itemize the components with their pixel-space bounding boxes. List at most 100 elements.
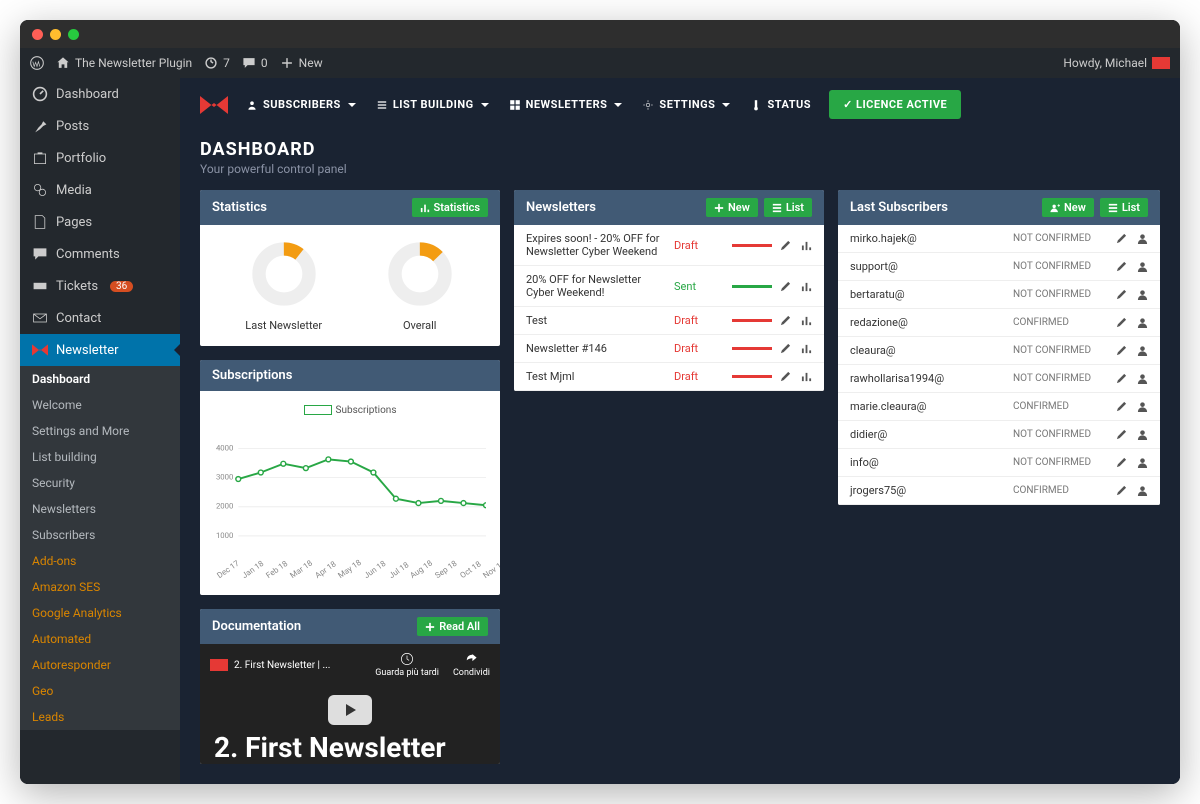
nav-newsletters[interactable]: NEWSLETTERS — [509, 98, 625, 111]
nav-status[interactable]: STATUS — [750, 98, 811, 111]
subscriber-status: NOT CONFIRMED — [1013, 345, 1108, 356]
updates-count[interactable]: 7 — [204, 56, 230, 70]
sub-dashboard[interactable]: Dashboard — [20, 366, 180, 392]
sub-automated[interactable]: Automated — [20, 626, 180, 652]
wp-logo[interactable] — [30, 56, 44, 70]
user-icon[interactable] — [1137, 485, 1148, 496]
nav-subscribers[interactable]: SUBSCRIBERS — [246, 98, 358, 111]
ticket-icon — [32, 278, 48, 294]
sub-geo[interactable]: Geo — [20, 678, 180, 704]
subscriber-row: mirko.hajek@ NOT CONFIRMED — [838, 225, 1160, 253]
play-button[interactable] — [328, 695, 372, 725]
readall-button[interactable]: Read All — [417, 617, 488, 636]
user-icon[interactable] — [1137, 261, 1148, 272]
panel-title: Last Subscribers — [850, 200, 948, 215]
subscriptions-panel: Subscriptions Subscriptions 4000 3000 20… — [200, 360, 500, 595]
sidebar-item-pages[interactable]: Pages — [20, 206, 180, 238]
stats-icon[interactable] — [801, 281, 812, 292]
user-icon[interactable] — [1137, 345, 1148, 356]
sub-autoresponder[interactable]: Autoresponder — [20, 652, 180, 678]
edit-icon[interactable] — [780, 371, 791, 382]
newsletter-row: Test Mjml Draft — [514, 363, 824, 391]
user-icon[interactable] — [1137, 457, 1148, 468]
wp-sidebar: Dashboard Posts Portfolio Media Pages Co… — [20, 78, 180, 784]
sidebar-item-posts[interactable]: Posts — [20, 110, 180, 142]
sidebar-item-contact[interactable]: Contact — [20, 302, 180, 334]
subscriber-status: CONFIRMED — [1013, 317, 1108, 328]
svg-text:2000: 2000 — [216, 502, 233, 511]
edit-icon[interactable] — [1116, 485, 1127, 496]
user-icon[interactable] — [1137, 373, 1148, 384]
edit-icon[interactable] — [780, 343, 791, 354]
sidebar-item-media[interactable]: Media — [20, 174, 180, 206]
sub-settings[interactable]: Settings and More — [20, 418, 180, 444]
minimize-dot[interactable] — [50, 29, 61, 40]
stats-icon[interactable] — [801, 315, 812, 326]
edit-icon[interactable] — [1116, 261, 1127, 272]
user-icon[interactable] — [1137, 289, 1148, 300]
edit-icon[interactable] — [1116, 289, 1127, 300]
panel-title: Statistics — [212, 200, 267, 215]
stats-icon[interactable] — [801, 343, 812, 354]
edit-icon[interactable] — [780, 315, 791, 326]
edit-icon[interactable] — [1116, 317, 1127, 328]
edit-icon[interactable] — [780, 240, 791, 251]
edit-icon[interactable] — [780, 281, 791, 292]
sub-leads[interactable]: Leads — [20, 704, 180, 730]
list-newsletters-button[interactable]: List — [764, 198, 812, 217]
sub-ga[interactable]: Google Analytics — [20, 600, 180, 626]
sub-welcome[interactable]: Welcome — [20, 392, 180, 418]
edit-icon[interactable] — [1116, 345, 1127, 356]
user-icon[interactable] — [1137, 233, 1148, 244]
subscriptions-chart: 4000 3000 2000 1000 — [214, 422, 486, 572]
svg-text:3000: 3000 — [216, 473, 233, 482]
edit-icon[interactable] — [1116, 401, 1127, 412]
nav-listbuilding[interactable]: LIST BUILDING — [376, 98, 491, 111]
stats-icon[interactable] — [801, 371, 812, 382]
sub-newsletters[interactable]: Newsletters — [20, 496, 180, 522]
sub-amazonses[interactable]: Amazon SES — [20, 574, 180, 600]
sidebar-item-dashboard[interactable]: Dashboard — [20, 78, 180, 110]
chart-icon — [420, 203, 430, 213]
subscriber-row: info@ NOT CONFIRMED — [838, 449, 1160, 477]
comments-count[interactable]: 0 — [242, 56, 268, 70]
share[interactable]: Condividi — [453, 652, 490, 678]
statistics-button[interactable]: Statistics — [412, 198, 488, 217]
sidebar-item-newsletter[interactable]: Newsletter — [20, 334, 180, 366]
sidebar-item-portfolio[interactable]: Portfolio — [20, 142, 180, 174]
nav-settings[interactable]: SETTINGS — [642, 98, 732, 111]
maximize-dot[interactable] — [68, 29, 79, 40]
watch-later[interactable]: Guarda più tardi — [375, 652, 439, 678]
edit-icon[interactable] — [1116, 457, 1127, 468]
howdy-user[interactable]: Howdy, Michael — [1063, 56, 1170, 70]
edit-icon[interactable] — [1116, 373, 1127, 384]
stats-icon[interactable] — [801, 240, 812, 251]
sub-security[interactable]: Security — [20, 470, 180, 496]
edit-icon[interactable] — [1116, 233, 1127, 244]
license-button[interactable]: ✓ LICENCE ACTIVE — [829, 90, 961, 119]
new-content[interactable]: New — [280, 56, 323, 70]
new-newsletter-button[interactable]: New — [706, 198, 758, 217]
sidebar-item-tickets[interactable]: Tickets36 — [20, 270, 180, 302]
wp-admin-bar: The Newsletter Plugin 7 0 New Howdy, Mic… — [20, 48, 1180, 78]
sub-subscribers[interactable]: Subscribers — [20, 522, 180, 548]
sub-addons[interactable]: Add-ons — [20, 548, 180, 574]
subscriber-email: marie.cleaura@ — [850, 400, 1005, 413]
sidebar-item-comments[interactable]: Comments — [20, 238, 180, 270]
subscriber-email: jrogers75@ — [850, 484, 1005, 497]
sub-listbuilding[interactable]: List building — [20, 444, 180, 470]
site-name[interactable]: The Newsletter Plugin — [56, 56, 192, 70]
user-icon[interactable] — [1137, 401, 1148, 412]
video-embed[interactable]: 2. First Newsletter | ... Guarda più tar… — [200, 644, 500, 764]
subscriber-email: didier@ — [850, 428, 1005, 441]
play-icon — [342, 702, 358, 718]
new-subscriber-button[interactable]: New — [1042, 198, 1094, 217]
user-icon[interactable] — [1137, 317, 1148, 328]
edit-icon[interactable] — [1116, 429, 1127, 440]
donut-last: Last Newsletter — [245, 239, 322, 332]
list-icon — [376, 99, 388, 111]
main-content: SUBSCRIBERS LIST BUILDING NEWSLETTERS SE… — [180, 78, 1180, 784]
list-subscribers-button[interactable]: List — [1100, 198, 1148, 217]
user-icon[interactable] — [1137, 429, 1148, 440]
close-dot[interactable] — [32, 29, 43, 40]
